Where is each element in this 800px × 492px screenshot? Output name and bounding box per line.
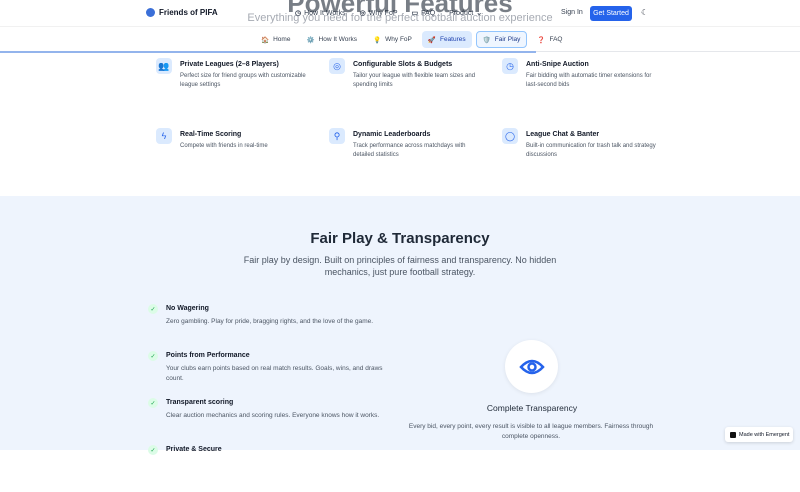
feature-desc: Track performance across matchdays with … bbox=[353, 143, 466, 158]
brand-logo[interactable]: Friends of PIFA bbox=[146, 8, 218, 17]
shield-icon: 🛡️ bbox=[482, 36, 491, 44]
transparency-card-desc: Every bid, every point, every result is … bbox=[408, 423, 654, 440]
check-icon: ✓ bbox=[148, 445, 158, 455]
nav-product-dropdown[interactable]: Product ⌄ bbox=[449, 9, 483, 18]
tab-faq[interactable]: ❓ FAQ bbox=[531, 31, 568, 48]
check-icon: ✓ bbox=[148, 304, 158, 314]
sign-in-link[interactable]: Sign In bbox=[561, 9, 583, 16]
principle-title: Points from Performance bbox=[166, 352, 250, 359]
tab-features[interactable]: 🚀 Features bbox=[421, 31, 472, 48]
feature-desc: Built-in communication for trash talk an… bbox=[526, 143, 656, 158]
feature-card: ◎ Configurable Slots & Budgets Tailor your… bbox=[329, 58, 502, 90]
tab-label: FAQ bbox=[549, 36, 563, 43]
tab-label: Why FoP bbox=[385, 36, 412, 43]
fair-play-lead: Fair play by design. Built on principles… bbox=[243, 255, 557, 277]
principle-item: ✓ No Wagering Zero gambling. Play for prid… bbox=[148, 304, 388, 351]
home-icon: 🏠 bbox=[261, 36, 270, 44]
chevron-down-icon: ⌄ bbox=[476, 10, 483, 17]
top-nav: ◷ How It Works ◎ Why FoP ▭ FAQ Product ⌄ bbox=[295, 9, 483, 18]
target-icon: ◎ bbox=[359, 10, 366, 17]
nav-how-it-works[interactable]: ◷ How It Works bbox=[295, 9, 346, 18]
tab-how-it-works[interactable]: ⚙️ How It Works bbox=[300, 31, 363, 48]
logo-icon bbox=[146, 8, 155, 17]
feature-card: ⚲ Dynamic Leaderboards Track performance a… bbox=[329, 128, 502, 160]
principle-title: No Wagering bbox=[166, 305, 209, 312]
get-started-button[interactable]: Get Started bbox=[590, 6, 632, 21]
feature-title: Configurable Slots & Budgets bbox=[353, 61, 453, 68]
feature-title: Anti-Snipe Auction bbox=[526, 61, 589, 68]
feature-desc: Compete with friends in real-time bbox=[180, 143, 268, 149]
zap-icon: ϟ bbox=[156, 128, 172, 144]
clock-icon: ◷ bbox=[502, 58, 518, 74]
scroll-progress-bar bbox=[0, 51, 536, 53]
tab-label: Fair Play bbox=[494, 36, 521, 43]
users-icon: 👥 bbox=[156, 58, 172, 74]
feature-card: ◷ Anti-Snipe Auction Fair bidding with aut… bbox=[502, 58, 651, 90]
rocket-icon: 🚀 bbox=[427, 36, 436, 44]
target-icon: ◎ bbox=[329, 58, 345, 74]
features-grid: 👥 Private Leagues (2–8 Players) Perfect si… bbox=[156, 58, 656, 160]
question-icon: ❓ bbox=[537, 36, 546, 44]
feature-title: Dynamic Leaderboards bbox=[353, 131, 431, 138]
principle-item: ✓ Points from Performance Your clubs earn … bbox=[148, 351, 388, 398]
section-nav: 🏠 Home ⚙️ How It Works 💡 Why FoP 🚀 Features … bbox=[0, 28, 800, 52]
badge-label: Made with Emergent bbox=[739, 431, 790, 438]
lightbulb-icon: 💡 bbox=[373, 36, 382, 44]
gear-icon: ⚙️ bbox=[306, 36, 315, 44]
feature-title: League Chat & Banter bbox=[526, 131, 600, 138]
feature-desc: Tailor your league with flexible team si… bbox=[353, 73, 476, 88]
tab-fair-play[interactable]: 🛡️ Fair Play bbox=[475, 31, 528, 48]
fair-play-section: Fair Play & Transparency Fair play by de… bbox=[0, 196, 800, 455]
feature-card: 👥 Private Leagues (2–8 Players) Perfect si… bbox=[156, 58, 329, 90]
fair-play-title: Fair Play & Transparency bbox=[310, 230, 490, 247]
award-icon: ⚲ bbox=[329, 128, 345, 144]
emergent-logo-icon bbox=[730, 431, 736, 438]
eye-icon bbox=[505, 340, 558, 393]
tab-label: How It Works bbox=[318, 36, 358, 43]
principle-item: ✓ Private & Secure bbox=[148, 445, 388, 492]
nav-label: FAQ bbox=[421, 9, 436, 17]
theme-toggle-moon-icon[interactable]: ☾ bbox=[641, 8, 648, 17]
nav-label: Product bbox=[449, 9, 474, 17]
nav-why-fop[interactable]: ◎ Why FoP bbox=[359, 9, 398, 18]
tab-label: Features bbox=[439, 36, 466, 43]
check-icon: ✓ bbox=[148, 351, 158, 361]
feature-card: ◯ League Chat & Banter Built-in communicat… bbox=[502, 128, 656, 160]
header: Friends of PIFA ◷ How It Works ◎ Why FoP ▭… bbox=[0, 0, 800, 27]
chat-icon: ▭ bbox=[411, 10, 419, 17]
feature-desc: Perfect size for friend groups with cust… bbox=[180, 73, 306, 88]
circle-icon: ◷ bbox=[295, 10, 302, 17]
tab-home[interactable]: 🏠 Home bbox=[255, 31, 296, 48]
principle-desc: Your clubs earn points based on real mat… bbox=[166, 365, 383, 382]
nav-label: How It Works bbox=[304, 9, 346, 17]
transparency-card-title: Complete Transparency bbox=[486, 403, 578, 413]
feature-title: Private Leagues (2–8 Players) bbox=[180, 61, 279, 68]
brand-name: Friends of PIFA bbox=[159, 8, 218, 17]
tab-label: Home bbox=[273, 36, 291, 43]
tab-why-fop[interactable]: 💡 Why FoP bbox=[367, 31, 418, 48]
nav-label: Why FoP bbox=[368, 9, 398, 17]
made-with-emergent-badge[interactable]: Made with Emergent bbox=[725, 427, 793, 442]
feature-title: Real-Time Scoring bbox=[180, 131, 242, 138]
principle-desc: Zero gambling. Play for pride, bragging … bbox=[166, 318, 374, 325]
feature-desc: Fair bidding with automatic timer extens… bbox=[526, 73, 652, 88]
nav-faq[interactable]: ▭ FAQ bbox=[411, 9, 436, 18]
chat-icon: ◯ bbox=[502, 128, 518, 144]
feature-card: ϟ Real-Time Scoring Compete with friends i… bbox=[156, 128, 329, 160]
